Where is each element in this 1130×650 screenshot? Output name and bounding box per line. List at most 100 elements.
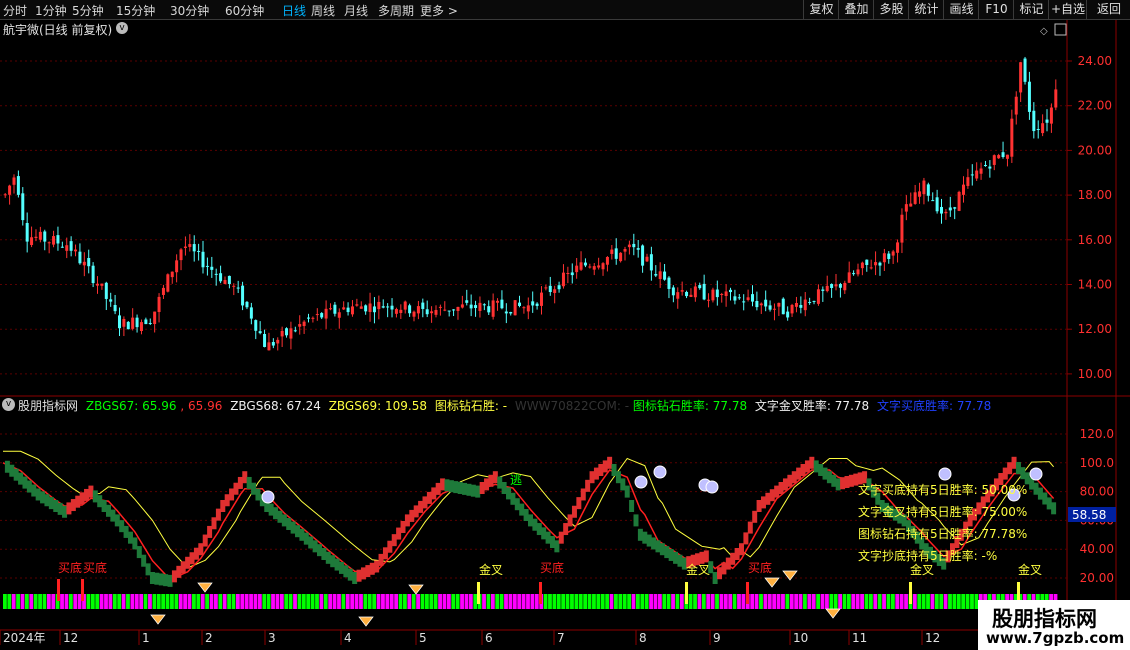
candle-body — [750, 294, 754, 302]
bottom-strip — [3, 594, 1058, 609]
rate1-label: 图标钻石胜率: — [632, 399, 709, 413]
candle-body — [421, 302, 425, 309]
candle-body — [258, 331, 262, 334]
strip-bar — [482, 594, 486, 609]
candle-body — [377, 301, 381, 310]
strip-bar — [543, 594, 548, 609]
strip-bar — [737, 594, 741, 609]
strip-bar — [710, 594, 715, 609]
strip-bar — [640, 594, 645, 609]
date-label-12: 11 — [852, 631, 867, 645]
strip-bar — [455, 594, 460, 609]
candle-body — [139, 322, 143, 332]
zbgs67-label: ZBGS67: — [85, 399, 139, 413]
candle-body — [447, 310, 451, 312]
candle-body — [30, 237, 34, 245]
candle-body — [91, 265, 95, 284]
candle-body — [157, 296, 161, 313]
strip-bar — [820, 594, 825, 609]
price-label: 14.00 — [1078, 278, 1112, 292]
cup-icon — [634, 475, 648, 489]
date-label-9: 8 — [639, 631, 647, 645]
circle-chevron-icon[interactable]: v — [2, 398, 15, 411]
strip-bar — [671, 594, 675, 609]
strip-bar — [970, 594, 974, 609]
strip-bar — [293, 594, 297, 609]
strip-bar — [222, 594, 227, 609]
candle-body — [249, 307, 253, 319]
date-label-2: 1 — [142, 631, 150, 645]
strip-bar — [165, 594, 170, 609]
candle-body — [685, 291, 689, 297]
strip-bar — [965, 594, 970, 609]
strip-bar — [359, 594, 363, 609]
zbgs68-value: 67.24 — [286, 399, 321, 413]
strip-bar — [398, 594, 403, 609]
candle-body — [825, 285, 829, 292]
strip-bar — [275, 594, 280, 609]
zbgs69-value: 109.58 — [385, 399, 427, 413]
strip-bar — [499, 594, 504, 609]
indicator-axis-label: 100.0 — [1080, 456, 1114, 470]
candle-body — [997, 155, 1001, 159]
candle-body — [487, 306, 491, 313]
candle-body — [148, 322, 152, 324]
candle-body — [961, 184, 965, 195]
candle-body — [474, 305, 478, 309]
indicator-name: 股朋指标网 — [18, 399, 79, 413]
candle-body — [56, 235, 60, 244]
site-watermark-text: WWW70822COM: — [514, 399, 621, 413]
candle-body — [904, 204, 908, 212]
candle-body — [693, 286, 697, 298]
candle-body — [878, 262, 882, 266]
candle-body — [298, 324, 302, 327]
date-label-5: 4 — [344, 631, 352, 645]
candle-body — [632, 243, 636, 248]
strip-bar — [636, 594, 640, 609]
zbgs67-value: 65.96 — [142, 399, 177, 413]
candle-body — [975, 170, 979, 179]
candle-body — [21, 193, 25, 221]
candle-body — [724, 291, 728, 296]
strip-bar — [750, 594, 755, 609]
strip-bar — [394, 594, 399, 609]
diamond-icon — [358, 616, 374, 627]
strip-bar — [464, 594, 469, 609]
candle-body — [337, 312, 341, 318]
strip-bar — [271, 594, 275, 609]
candle-body — [201, 251, 205, 268]
candle-body — [381, 306, 385, 308]
candle-body — [847, 272, 851, 283]
candle-body — [302, 321, 306, 327]
candle-body — [1041, 123, 1045, 134]
icon-win-label: 图标钻石胜: — [434, 399, 499, 413]
candle-body — [469, 304, 473, 309]
strip-bar — [139, 594, 144, 609]
strip-bar — [600, 594, 605, 609]
candle-body — [922, 180, 926, 195]
candle-body — [504, 311, 508, 314]
strip-bar — [490, 594, 495, 609]
candle-body — [104, 282, 108, 299]
strip-bar — [389, 594, 394, 609]
candle-body — [183, 246, 187, 248]
strip-bar — [789, 594, 794, 609]
candle-body — [702, 283, 706, 300]
strip-bar — [693, 594, 697, 609]
strip-bar — [112, 594, 117, 609]
candle-body — [69, 241, 73, 251]
cup-icon — [261, 490, 275, 504]
candle-body — [188, 244, 192, 247]
candle-body — [816, 289, 820, 304]
candle-body — [860, 262, 864, 269]
strip-bar — [38, 594, 42, 609]
candle-body — [1005, 154, 1009, 159]
candle-body — [465, 300, 469, 303]
strip-bar — [372, 594, 377, 609]
strip-bar — [785, 594, 790, 609]
candle-body — [496, 300, 500, 303]
strip-bar — [156, 594, 161, 609]
strip-bar — [583, 594, 588, 609]
strip-bar — [675, 594, 680, 609]
strip-bar — [921, 594, 926, 609]
